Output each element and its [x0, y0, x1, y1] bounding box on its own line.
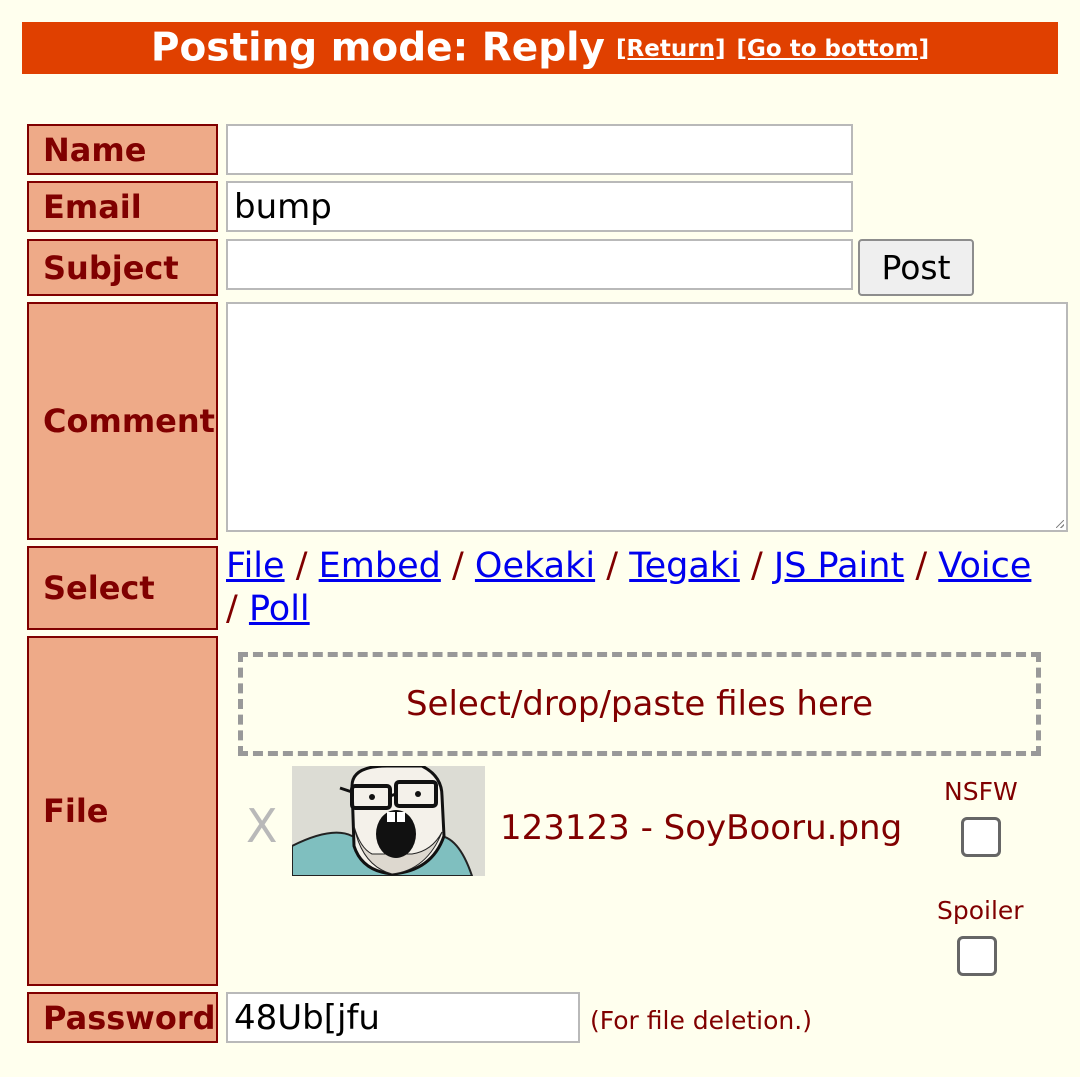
posting-mode-title: Posting mode: Reply — [150, 25, 605, 71]
select-oekaki-link[interactable]: Oekaki — [475, 546, 595, 586]
email-input[interactable]: bump — [226, 181, 853, 232]
file-dropzone[interactable]: Select/drop/paste files here — [238, 652, 1041, 756]
dropzone-text: Select/drop/paste files here — [405, 684, 874, 724]
nsfw-checkbox[interactable] — [961, 817, 1001, 857]
password-label: Password — [27, 992, 218, 1043]
remove-file-button[interactable]: X — [246, 800, 278, 852]
separator: / — [451, 546, 464, 586]
email-label: Email — [27, 181, 218, 232]
subject-label: Subject — [27, 239, 218, 296]
password-note: (For file deletion.) — [590, 1006, 812, 1035]
select-poll-link[interactable]: Poll — [249, 589, 310, 629]
select-file-link[interactable]: File — [226, 546, 285, 586]
post-button[interactable]: Post — [858, 239, 974, 296]
separator: / — [750, 546, 763, 586]
posting-mode-banner: Posting mode: Reply [Return] [Go to bott… — [22, 22, 1058, 74]
comment-textarea[interactable] — [226, 302, 1068, 532]
select-tegaki-link[interactable]: Tegaki — [629, 546, 740, 586]
select-options: File / Embed / Oekaki / Tegaki / JS Pain… — [226, 545, 1046, 631]
go-to-bottom-link[interactable]: [Go to bottom] — [737, 36, 930, 62]
select-embed-link[interactable]: Embed — [319, 546, 441, 586]
select-label: Select — [27, 546, 218, 630]
separator: / — [915, 546, 928, 586]
spoiler-checkbox[interactable] — [957, 936, 997, 976]
file-thumbnail — [292, 766, 485, 876]
attached-filename: 123123 - SoyBooru.png — [500, 808, 903, 848]
select-voice-link[interactable]: Voice — [938, 546, 1031, 586]
resize-handle-icon[interactable] — [1056, 520, 1064, 528]
comment-label: Comment — [27, 302, 218, 540]
name-label: Name — [27, 124, 218, 175]
separator: / — [226, 589, 238, 629]
nsfw-label: NSFW — [944, 777, 1018, 806]
password-input[interactable]: 48Ub[jfu — [226, 992, 580, 1043]
select-jspaint-link[interactable]: JS Paint — [774, 546, 904, 586]
spoiler-label: Spoiler — [937, 896, 1024, 925]
file-label: File — [27, 636, 218, 986]
separator: / — [295, 546, 308, 586]
return-link[interactable]: [Return] — [616, 36, 725, 62]
name-input[interactable] — [226, 124, 853, 175]
subject-input[interactable] — [226, 239, 853, 290]
separator: / — [606, 546, 619, 586]
